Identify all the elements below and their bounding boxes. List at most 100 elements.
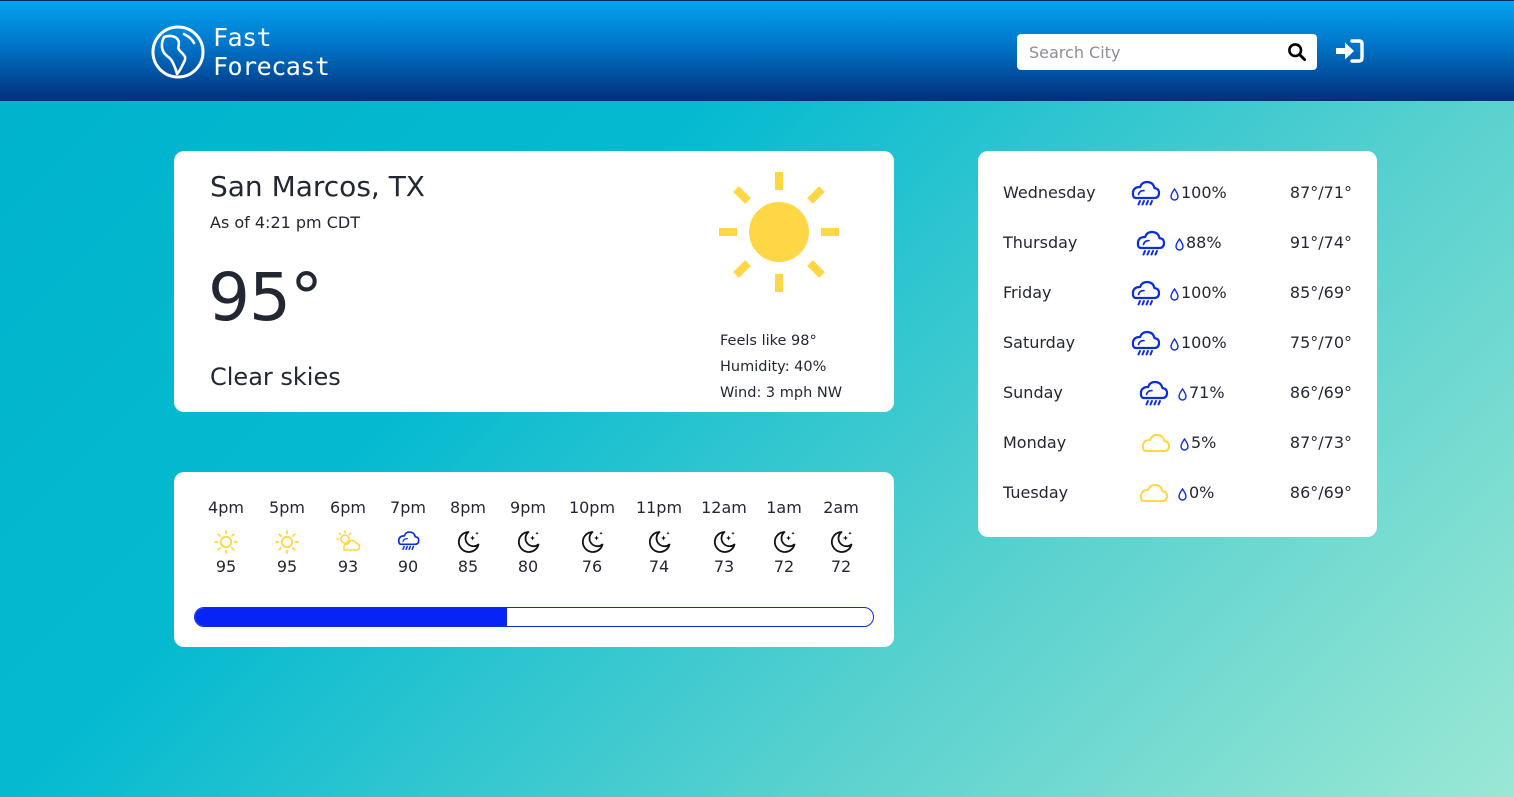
daily-row: Friday 100% 85°/69° bbox=[978, 278, 1377, 308]
moon-stars-icon bbox=[828, 529, 854, 555]
hour-temperature: 72 bbox=[830, 557, 852, 576]
temp-range: 91°/74° bbox=[1289, 233, 1352, 252]
hour-label: 5pm bbox=[269, 498, 305, 517]
partly-cloudy-icon bbox=[335, 529, 361, 555]
moon-stars-icon bbox=[579, 529, 605, 555]
hour-temperature: 95 bbox=[276, 557, 298, 576]
raindrop-icon bbox=[1175, 236, 1184, 251]
hourly-item: 11pm 74 bbox=[629, 498, 689, 576]
day-name: Sunday bbox=[1003, 383, 1063, 402]
day-name: Wednesday bbox=[1003, 183, 1096, 202]
raindrop-icon bbox=[1180, 436, 1189, 451]
hourly-forecast-card: 4pm 95 5pm 95 6pm 93 7pm 90 8pm 85 9pm 80 10pm 76 11pm… bbox=[174, 472, 894, 647]
hour-label: 11pm bbox=[635, 498, 683, 517]
rain-cloud-icon bbox=[1128, 178, 1162, 208]
daily-row: Saturday 100% 75°/70° bbox=[978, 328, 1377, 358]
precip-chance: 100% bbox=[1181, 283, 1227, 302]
sun-icon bbox=[213, 529, 239, 555]
current-weather-card: San Marcos, TX As of 4:21 pm CDT 95° Cle… bbox=[174, 151, 894, 412]
day-name: Tuesday bbox=[1003, 483, 1069, 502]
hourly-item: 1am 72 bbox=[754, 498, 814, 576]
daily-row: Tuesday 0% 86°/69° bbox=[978, 478, 1377, 508]
search-icon[interactable] bbox=[1287, 42, 1307, 62]
wind: Wind: 3 mph NW bbox=[720, 385, 843, 401]
moon-stars-icon bbox=[771, 529, 797, 555]
raindrop-icon bbox=[1170, 186, 1179, 201]
current-temperature: 95° bbox=[208, 259, 323, 336]
hour-temperature: 74 bbox=[648, 557, 670, 576]
moon-stars-icon bbox=[455, 529, 481, 555]
moon-stars-icon bbox=[711, 529, 737, 555]
hour-temperature: 73 bbox=[713, 557, 735, 576]
raindrop-icon bbox=[1178, 486, 1187, 501]
moon-stars-icon bbox=[646, 529, 672, 555]
moon-stars-icon bbox=[515, 529, 541, 555]
daily-forecast-card: Wednesday 100% 87°/71° Thursday 88% 91°/74° Fr… bbox=[978, 151, 1377, 537]
temp-range: 85°/69° bbox=[1289, 283, 1352, 302]
app-name: Fast Forecast bbox=[213, 23, 330, 81]
top-header: Fast Forecast bbox=[0, 0, 1514, 101]
day-name: Thursday bbox=[1003, 233, 1078, 252]
daily-row: Monday 5% 87°/73° bbox=[978, 428, 1377, 458]
raindrop-icon bbox=[1170, 336, 1179, 351]
hourly-scroll-thumb[interactable] bbox=[195, 608, 507, 626]
hour-label: 8pm bbox=[450, 498, 486, 517]
precip-chance: 0% bbox=[1189, 483, 1215, 502]
hour-temperature: 80 bbox=[517, 557, 539, 576]
hourly-item: 9pm 80 bbox=[498, 498, 558, 576]
sign-in-icon[interactable] bbox=[1334, 38, 1364, 64]
hour-label: 6pm bbox=[330, 498, 366, 517]
search-city-input[interactable] bbox=[1029, 35, 1279, 69]
precip-chance: 5% bbox=[1191, 433, 1217, 452]
day-name: Saturday bbox=[1003, 333, 1076, 352]
hourly-item: 7pm 90 bbox=[378, 498, 438, 576]
hour-label: 4pm bbox=[208, 498, 244, 517]
precip-chance: 88% bbox=[1186, 233, 1222, 252]
hour-temperature: 93 bbox=[337, 557, 359, 576]
rain-cloud-icon bbox=[395, 529, 421, 555]
hour-label: 1am bbox=[766, 498, 802, 517]
globe-americas-icon bbox=[151, 25, 205, 79]
temp-range: 86°/69° bbox=[1289, 383, 1352, 402]
hour-temperature: 76 bbox=[581, 557, 603, 576]
daily-row: Wednesday 100% 87°/71° bbox=[978, 178, 1377, 208]
cloud-icon bbox=[1136, 478, 1170, 508]
city-name: San Marcos, TX bbox=[210, 170, 425, 203]
hour-temperature: 85 bbox=[457, 557, 479, 576]
hour-label: 10pm bbox=[568, 498, 616, 517]
observation-time: As of 4:21 pm CDT bbox=[210, 213, 360, 232]
hourly-item: 5pm 95 bbox=[257, 498, 317, 576]
current-details: Feels like 98° Humidity: 40% Wind: 3 mph… bbox=[720, 328, 842, 406]
day-name: Monday bbox=[1003, 433, 1067, 452]
temp-range: 87°/73° bbox=[1289, 433, 1352, 452]
app-logo[interactable]: Fast Forecast bbox=[150, 23, 330, 81]
sun-icon bbox=[274, 529, 300, 555]
feels-like: Feels like 98° bbox=[720, 333, 817, 349]
hour-temperature: 72 bbox=[773, 557, 795, 576]
daily-row: Thursday 88% 91°/74° bbox=[978, 228, 1377, 258]
hour-temperature: 95 bbox=[215, 557, 237, 576]
rain-cloud-icon bbox=[1128, 328, 1162, 358]
hourly-item: 10pm 76 bbox=[562, 498, 622, 576]
rain-cloud-icon bbox=[1136, 378, 1170, 408]
app-name-line1: Fast bbox=[213, 23, 272, 52]
hourly-item: 4pm 95 bbox=[196, 498, 256, 576]
cloud-icon bbox=[1138, 428, 1172, 458]
temp-range: 86°/69° bbox=[1289, 483, 1352, 502]
precip-chance: 100% bbox=[1181, 183, 1227, 202]
day-name: Friday bbox=[1003, 283, 1052, 302]
hourly-scroll-bar[interactable] bbox=[194, 607, 874, 627]
search-box bbox=[1017, 34, 1317, 70]
temp-range: 75°/70° bbox=[1289, 333, 1352, 352]
precip-chance: 71% bbox=[1189, 383, 1225, 402]
hourly-item: 2am 72 bbox=[811, 498, 871, 576]
rain-cloud-icon bbox=[1128, 278, 1162, 308]
hour-temperature: 90 bbox=[397, 557, 419, 576]
hour-label: 2am bbox=[823, 498, 859, 517]
rain-cloud-icon bbox=[1133, 228, 1167, 258]
hourly-item: 8pm 85 bbox=[438, 498, 498, 576]
current-condition: Clear skies bbox=[210, 363, 341, 391]
hour-label: 12am bbox=[701, 498, 747, 517]
hourly-item: 12am 73 bbox=[694, 498, 754, 576]
precip-chance: 100% bbox=[1181, 333, 1227, 352]
